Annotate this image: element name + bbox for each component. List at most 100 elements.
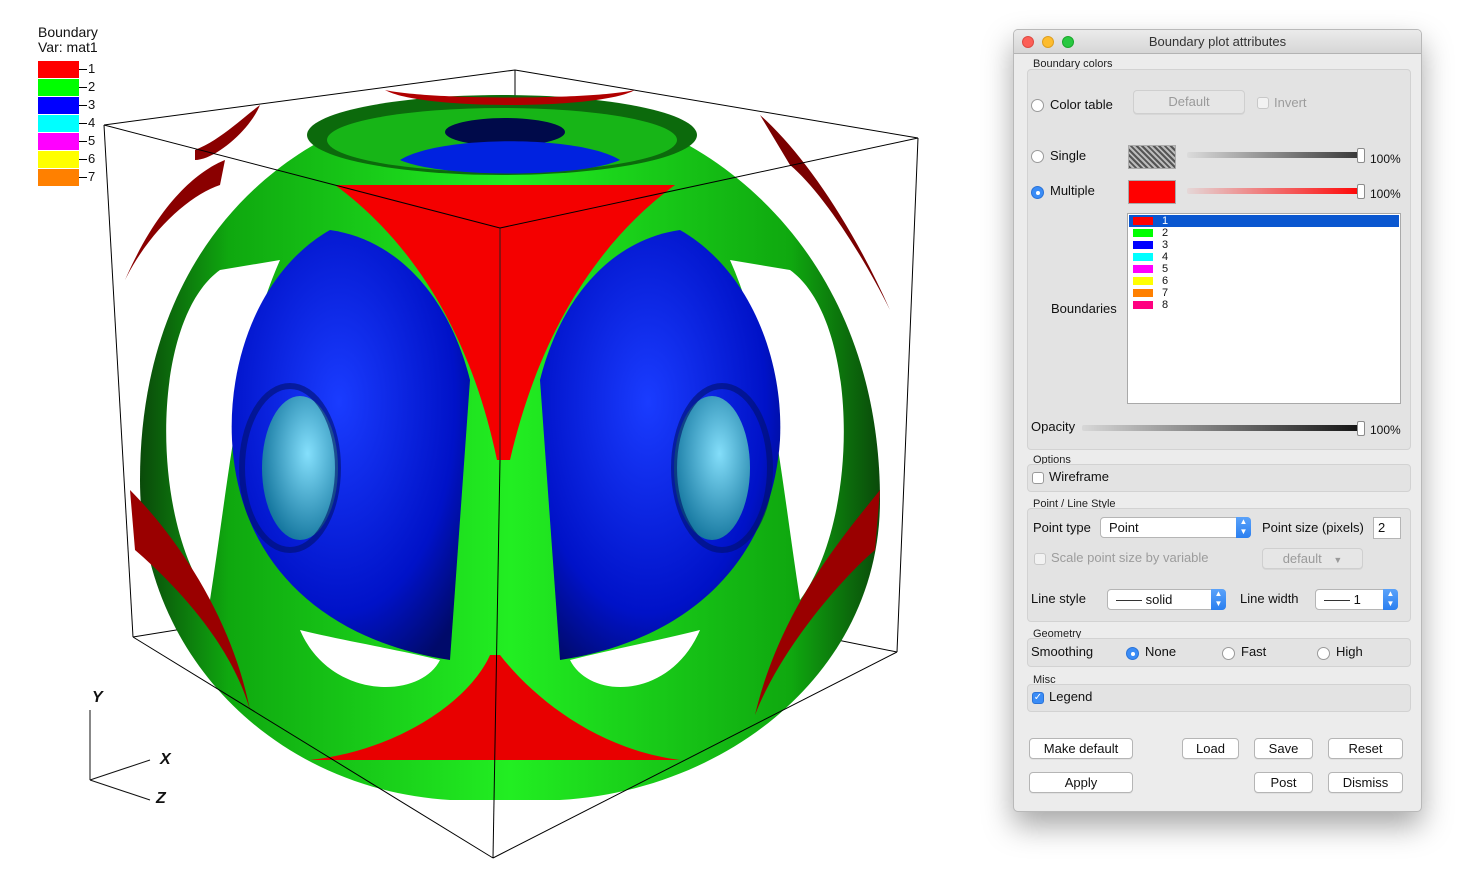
dismiss-button[interactable]: Dismiss [1328, 772, 1403, 793]
smoothing-high-radio[interactable] [1317, 647, 1330, 660]
boundary-color-swatch [1133, 241, 1153, 249]
boundary-list-item[interactable]: 6 [1129, 275, 1399, 287]
updown-arrows-icon: ▲ ▼ [1211, 589, 1226, 610]
legend-variable: Var: mat1 [38, 39, 98, 55]
legend-label: 5 [88, 133, 96, 148]
legend-label: 3 [88, 97, 96, 112]
legend-swatch [38, 61, 79, 78]
multiple-color-button[interactable] [1128, 180, 1176, 204]
post-button[interactable]: Post [1254, 772, 1313, 793]
axis-triad [89, 710, 151, 801]
axis-z-label: Z [156, 790, 166, 807]
make-default-button[interactable]: Make default [1029, 738, 1133, 759]
point-type-combo[interactable]: Point ▲ ▼ [1100, 517, 1251, 538]
wireframe-checkbox[interactable] [1032, 472, 1044, 484]
single-radio[interactable] [1031, 150, 1044, 163]
smoothing-fast-label: Fast [1241, 644, 1267, 659]
scale-point-size-label: Scale point size by variable [1051, 550, 1209, 565]
boundary-list-item[interactable]: 4 [1129, 251, 1399, 263]
smoothing-high-label: High [1336, 644, 1363, 659]
legend-swatch [38, 151, 79, 168]
multiple-opacity-value: 100% [1370, 187, 1401, 201]
opacity-label: Opacity [1031, 419, 1076, 434]
boundary-color-swatch [1133, 229, 1153, 237]
scale-point-size-checkbox[interactable] [1034, 553, 1046, 565]
line-width-combo[interactable]: —— 1 ▲ ▼ [1315, 589, 1398, 610]
legend-label: 4 [88, 115, 96, 130]
scale-variable-button[interactable]: default ▼ [1262, 548, 1363, 569]
legend-tick [79, 69, 87, 70]
color-table-label: Color table [1050, 97, 1113, 112]
boundary-list-label: 6 [1162, 275, 1169, 287]
single-color-button[interactable] [1128, 145, 1176, 169]
line-style-combo[interactable]: —— solid ▲ ▼ [1107, 589, 1226, 610]
smoothing-none-label: None [1145, 644, 1177, 659]
load-button[interactable]: Load [1182, 738, 1239, 759]
boundary-list-item[interactable]: 7 [1129, 287, 1399, 299]
boundary-list-item[interactable]: 8 [1129, 299, 1399, 311]
invert-checkbox[interactable] [1257, 97, 1269, 109]
line-width-label: Line width [1240, 591, 1299, 606]
point-size-label: Point size (pixels) [1262, 520, 1364, 535]
line-width-value: —— 1 [1324, 592, 1361, 607]
legend-label: Legend [1049, 689, 1093, 704]
legend-title: Boundary [38, 24, 98, 40]
boundary-list-item[interactable]: 3 [1129, 239, 1399, 251]
title-bar[interactable]: Boundary plot attributes [1014, 30, 1421, 54]
render-window[interactable] [0, 0, 1000, 873]
legend-swatch [38, 79, 79, 96]
point-size-input[interactable]: 2 [1373, 517, 1401, 539]
boundary-color-swatch [1133, 253, 1153, 261]
boundary-list-item[interactable]: 1 [1129, 215, 1399, 227]
save-button[interactable]: Save [1254, 738, 1313, 759]
single-opacity-value: 100% [1370, 152, 1401, 166]
line-style-value: —— solid [1116, 592, 1173, 607]
dropdown-triangle-icon: ▼ [1333, 555, 1343, 565]
smoothing-none-radio[interactable] [1126, 647, 1139, 660]
point-type-value: Point [1109, 520, 1139, 535]
legend-tick [79, 177, 87, 178]
smoothing-label: Smoothing [1031, 644, 1094, 659]
single-opacity-slider[interactable] [1187, 148, 1365, 163]
point-type-label: Point type [1033, 520, 1091, 535]
color-table-radio[interactable] [1031, 99, 1044, 112]
boundary-list-label: 4 [1162, 251, 1169, 263]
single-label: Single [1050, 148, 1087, 163]
axis-y-label: Y [92, 689, 103, 706]
boundary-color-swatch [1133, 277, 1153, 285]
legend-tick [79, 159, 87, 160]
wireframe-label: Wireframe [1049, 469, 1109, 484]
boundary-color-swatch [1133, 265, 1153, 273]
line-style-label: Line style [1031, 591, 1086, 606]
apply-button[interactable]: Apply [1029, 772, 1133, 793]
axis-x-label: X [160, 751, 171, 768]
multiple-radio[interactable] [1031, 186, 1044, 199]
boundary-list-label: 8 [1162, 299, 1169, 311]
boundary-list-label: 2 [1162, 227, 1169, 239]
reset-button[interactable]: Reset [1328, 738, 1403, 759]
boundary-color-swatch [1133, 301, 1153, 309]
multiple-opacity-slider[interactable] [1187, 184, 1365, 199]
legend-label: 1 [88, 61, 96, 76]
boundary-color-swatch [1133, 217, 1153, 225]
boundary-list-label: 5 [1162, 263, 1169, 275]
legend-tick [79, 105, 87, 106]
color-table-button[interactable]: Default [1133, 90, 1245, 114]
boundary-list-label: 3 [1162, 239, 1169, 251]
legend-swatch [38, 169, 79, 186]
boundaries-label: Boundaries [1051, 301, 1117, 316]
opacity-value: 100% [1370, 423, 1401, 437]
boundary-color-swatch [1133, 289, 1153, 297]
legend-checkbox[interactable]: ✓ [1032, 692, 1044, 704]
legend-label: 7 [88, 169, 96, 184]
scale-variable-value: default [1282, 551, 1322, 566]
boundaries-list[interactable]: 12345678 [1127, 213, 1401, 404]
boundary-list-item[interactable]: 5 [1129, 263, 1399, 275]
legend-tick [79, 87, 87, 88]
boundary-list-item[interactable]: 2 [1129, 227, 1399, 239]
boundary-list-label: 7 [1162, 287, 1169, 299]
smoothing-fast-radio[interactable] [1222, 647, 1235, 660]
opacity-slider[interactable] [1082, 421, 1365, 436]
updown-arrows-icon: ▲ ▼ [1236, 517, 1251, 538]
multiple-label: Multiple [1050, 183, 1095, 198]
